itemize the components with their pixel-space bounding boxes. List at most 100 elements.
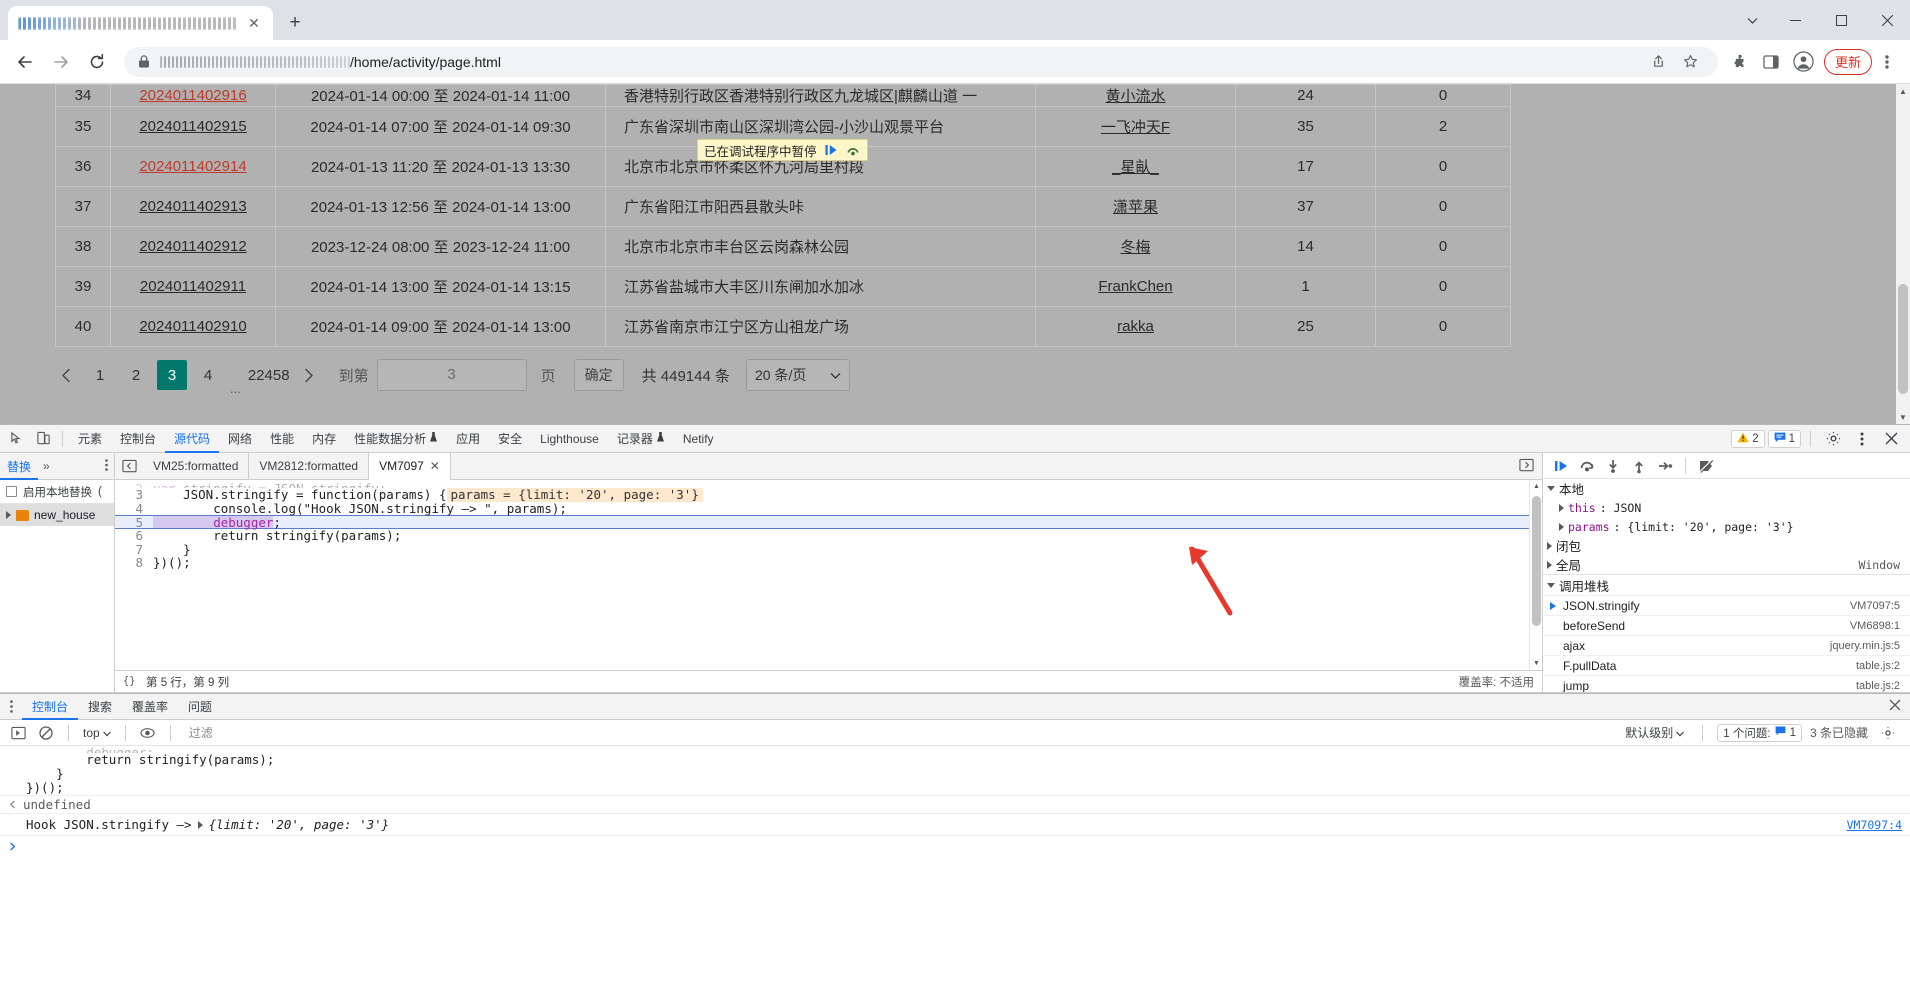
tab-console[interactable]: 控制台 <box>111 425 165 453</box>
kebab-icon[interactable] <box>0 695 22 719</box>
browser-tab[interactable]: ✕ <box>8 6 273 40</box>
close-icon[interactable] <box>1880 699 1910 714</box>
step-over-icon[interactable] <box>845 142 861 158</box>
callstack-frame[interactable]: beforeSend VM6898:1 <box>1543 615 1910 635</box>
scope-closure-header[interactable]: 闭包 <box>1543 536 1910 555</box>
chevron-right-icon[interactable] <box>197 820 203 829</box>
step-out-button[interactable] <box>1627 455 1651 477</box>
row-number-link[interactable]: 2024011402914 <box>110 146 276 187</box>
kebab-icon[interactable] <box>1849 427 1875 451</box>
navigator-tab-overrides[interactable]: 替换 <box>0 453 38 480</box>
log-object[interactable]: {limit: '20', page: '3'} <box>209 817 390 832</box>
row-user-link[interactable]: 冬梅 <box>1035 226 1236 267</box>
table-row[interactable]: 37 2024011402913 2024-01-13 12:56 至 2024… <box>55 186 1511 227</box>
tab-performance-insights[interactable]: 性能数据分析 <box>345 425 447 453</box>
tab-security[interactable]: 安全 <box>489 425 531 453</box>
row-user-link[interactable]: _星畒_ <box>1035 146 1236 187</box>
file-tab-vm2812[interactable]: VM2812:formatted <box>249 452 370 480</box>
scope-item-params[interactable]: params : {limit: '20', page: '3'} <box>1543 517 1910 536</box>
hidden-messages-label[interactable]: 3 条已隐藏 <box>1810 724 1868 741</box>
execute-icon[interactable] <box>6 722 30 744</box>
close-icon[interactable]: ✕ <box>245 14 263 32</box>
file-tab-vm7097[interactable]: VM7097 ✕ <box>369 452 451 480</box>
tab-elements[interactable]: 元素 <box>69 425 111 453</box>
console-filter-input[interactable]: 过滤 <box>189 724 213 741</box>
editor-scrollbar[interactable]: ▲ ▼ <box>1529 480 1542 670</box>
chevron-right-icon[interactable] <box>1559 522 1564 531</box>
pretty-print-icon[interactable]: {} <box>123 674 138 689</box>
warning-badge[interactable]: 2 <box>1731 429 1765 448</box>
minimize-icon[interactable] <box>1772 0 1818 40</box>
code-line-paused[interactable]: 5 debugger; <box>115 515 1529 529</box>
overrides-folder-row[interactable]: new_house <box>0 504 114 526</box>
confirm-button[interactable]: 确定 <box>573 359 624 391</box>
code-line[interactable]: 4 console.log("Hook JSON.stringify —> ",… <box>115 501 1529 516</box>
callstack-frame[interactable]: jump table.js:2 <box>1543 675 1910 692</box>
scroll-up-icon[interactable]: ▲ <box>1896 84 1910 98</box>
step-over-button[interactable] <box>1575 455 1599 477</box>
new-tab-button[interactable]: + <box>281 9 309 37</box>
tab-memory[interactable]: 内存 <box>303 425 345 453</box>
code-line[interactable]: 3 JSON.stringify = function(params) {par… <box>115 488 1529 502</box>
code-content[interactable]: 2var stringify = JSON.stringify; 3 JSON.… <box>115 480 1529 670</box>
close-icon[interactable] <box>1878 427 1904 451</box>
puzzle-icon[interactable] <box>1726 47 1756 77</box>
scope-item-this[interactable]: this : JSON <box>1543 498 1910 517</box>
page-button-2[interactable]: 2 <box>121 360 151 390</box>
star-icon[interactable] <box>1676 47 1706 77</box>
more-tabs-icon[interactable] <box>1519 458 1542 475</box>
row-user-link[interactable]: 黄小流水 <box>1035 84 1236 107</box>
resume-icon[interactable] <box>823 142 839 158</box>
file-tab-vm25[interactable]: VM25:formatted <box>143 452 250 480</box>
back-icon[interactable] <box>8 45 42 79</box>
tab-recorder[interactable]: 记录器 <box>608 425 674 453</box>
inspect-icon[interactable] <box>4 427 30 451</box>
tab-application[interactable]: 应用 <box>447 425 489 453</box>
sidepanel-icon[interactable] <box>1756 47 1786 77</box>
chevron-right-icon[interactable] <box>6 511 11 519</box>
chevron-right-icon[interactable] <box>1559 503 1564 512</box>
page-button-4[interactable]: 4 <box>193 360 223 390</box>
scope-section-header[interactable]: 本地 <box>1543 479 1910 498</box>
drawer-tab-coverage[interactable]: 覆盖率 <box>122 694 178 720</box>
tab-lighthouse[interactable]: Lighthouse <box>531 425 608 453</box>
table-row[interactable]: 40 2024011402910 2024-01-14 09:00 至 2024… <box>55 306 1511 347</box>
chevron-down-icon[interactable] <box>1732 0 1772 40</box>
drawer-tab-issues[interactable]: 问题 <box>178 694 222 720</box>
row-number-link[interactable]: 2024011402915 <box>110 106 276 147</box>
enable-overrides-checkbox[interactable] <box>6 486 17 497</box>
kebab-icon[interactable] <box>1872 47 1902 77</box>
console-prompt[interactable] <box>0 835 1910 857</box>
row-number-link[interactable]: 2024011402913 <box>110 186 276 227</box>
kebab-icon[interactable] <box>99 458 114 474</box>
row-user-link[interactable]: rakka <box>1035 306 1236 347</box>
scroll-down-icon[interactable]: ▼ <box>1530 657 1542 670</box>
issues-badge[interactable]: 1 个问题: 1 <box>1717 723 1802 742</box>
tab-performance[interactable]: 性能 <box>261 425 303 453</box>
page-button-last[interactable]: 22458 <box>248 360 290 390</box>
live-expression-icon[interactable] <box>136 722 160 744</box>
context-selector[interactable]: top <box>79 726 115 740</box>
log-level-selector[interactable]: 默认级别 <box>1621 724 1688 741</box>
avatar-icon[interactable] <box>1790 48 1818 76</box>
step-into-button[interactable] <box>1601 455 1625 477</box>
code-line[interactable]: 7 } <box>115 542 1529 557</box>
page-size-select[interactable]: 20 条/页 <box>745 359 851 391</box>
row-user-link[interactable]: 一飞冲天F <box>1035 106 1236 147</box>
code-line[interactable]: 8})(); <box>115 556 1529 570</box>
tab-sources[interactable]: 源代码 <box>165 425 219 453</box>
row-number-link[interactable]: 2024011402912 <box>110 226 276 267</box>
scrollbar-thumb[interactable] <box>1532 496 1541 626</box>
callstack-frame-active[interactable]: JSON.stringify VM7097:5 <box>1543 595 1910 615</box>
goto-page-input[interactable]: 3 <box>376 359 527 391</box>
table-row[interactable]: 34 2024011402916 2024-01-14 00:00 至 2024… <box>55 84 1511 107</box>
scroll-up-icon[interactable]: ▲ <box>1530 480 1542 493</box>
update-button[interactable]: 更新 <box>1823 48 1872 75</box>
code-line[interactable]: 6 return stringify(params); <box>115 529 1529 543</box>
panel-toggle-icon[interactable] <box>115 453 143 479</box>
step-button[interactable] <box>1653 455 1677 477</box>
more-tabs-icon[interactable]: » <box>38 459 55 473</box>
reload-icon[interactable] <box>80 45 114 79</box>
page-button-1[interactable]: 1 <box>85 360 115 390</box>
drawer-tab-console[interactable]: 控制台 <box>22 694 78 720</box>
